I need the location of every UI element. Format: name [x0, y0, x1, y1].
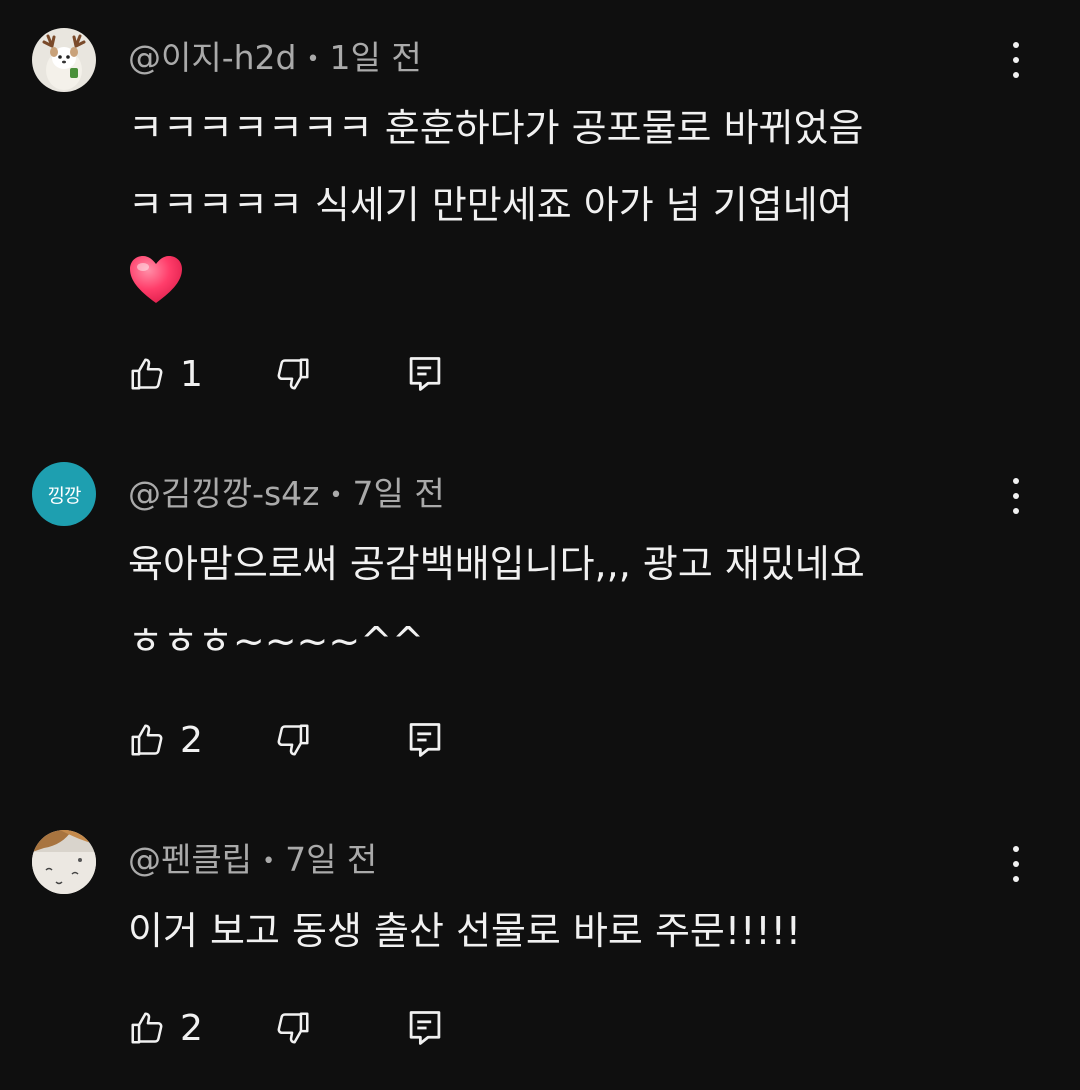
like-count: 1 [180, 353, 203, 395]
thumbs-up-icon [131, 1012, 163, 1044]
reply-icon [409, 723, 441, 757]
comment-actions: 2 [128, 718, 468, 762]
meta-separator-dot: • [306, 46, 320, 72]
like-count: 2 [180, 1007, 203, 1049]
comment-actions: 2 [128, 1006, 468, 1050]
comment-author[interactable]: @이지-h2d [128, 38, 297, 77]
reply-icon [409, 1011, 441, 1045]
comment-meta: @김낑깡-s4z • 7일 전 [128, 474, 445, 516]
meta-separator-dot: • [329, 482, 343, 508]
like-button[interactable]: 2 [128, 718, 203, 762]
comment-author[interactable]: @김낑깡-s4z [128, 474, 320, 513]
comment-time[interactable]: 7일 전 [352, 474, 444, 513]
comment-text-line-1: ㅋㅋㅋㅋㅋㅋㅋ 훈훈하다가 공포물로 바뀌었음 [128, 106, 864, 150]
comment-text-line-2: ㅎㅎㅎ~~~~^^ [128, 619, 424, 663]
reply-button[interactable] [408, 718, 442, 762]
dislike-button[interactable] [274, 718, 312, 762]
comment-time[interactable]: 7일 전 [285, 840, 377, 879]
thumbs-down-icon [277, 358, 309, 390]
comment-meta: @펜클립 • 7일 전 [128, 840, 377, 882]
avatar-dog-image [32, 28, 96, 92]
comment-author[interactable]: @펜클립 [128, 840, 252, 879]
reply-button[interactable] [408, 352, 442, 396]
more-vert-icon[interactable] [1000, 844, 1032, 884]
meta-separator-dot: • [262, 848, 276, 874]
avatar[interactable]: 낑깡 [32, 462, 96, 526]
thumbs-up-icon [131, 724, 163, 756]
thumbs-down-icon [277, 724, 309, 756]
comment-actions: 1 [128, 352, 468, 396]
reply-icon [409, 357, 441, 391]
heart-emoji-icon [128, 254, 184, 310]
thumbs-down-icon [277, 1012, 309, 1044]
comment-text-line-1: 이거 보고 동생 출산 선물로 바로 주문!!!!! [128, 909, 802, 953]
comment-meta: @이지-h2d • 1일 전 [128, 38, 422, 80]
avatar-photo-image [32, 830, 96, 894]
like-count: 2 [180, 719, 203, 761]
reply-button[interactable] [408, 1006, 442, 1050]
avatar[interactable] [32, 830, 96, 894]
dislike-button[interactable] [274, 1006, 312, 1050]
dislike-button[interactable] [274, 352, 312, 396]
like-button[interactable]: 1 [128, 352, 203, 396]
comment-text-line-2: ㅋㅋㅋㅋㅋ 식세기 만만세죠 아가 넘 기엽네여 [128, 183, 853, 227]
more-vert-icon[interactable] [1000, 476, 1032, 516]
avatar[interactable] [32, 28, 96, 92]
like-button[interactable]: 2 [128, 1006, 203, 1050]
comment-time[interactable]: 1일 전 [329, 38, 421, 77]
more-vert-icon[interactable] [1000, 40, 1032, 80]
comment-text-line-1: 육아맘으로써 공감백배입니다,,, 광고 재밌네요 [128, 542, 865, 586]
thumbs-up-icon [131, 358, 163, 390]
